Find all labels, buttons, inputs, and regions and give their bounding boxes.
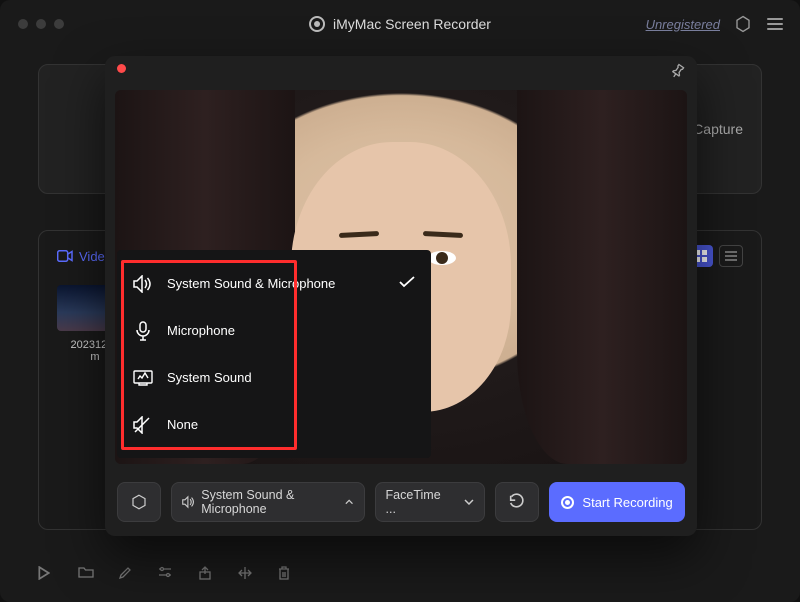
app-logo-icon	[309, 16, 325, 32]
library-tab-video[interactable]: Video	[57, 249, 112, 264]
window-controls[interactable]	[18, 19, 64, 29]
audio-source-label: System Sound & Microphone	[201, 488, 335, 516]
chevron-down-icon	[464, 499, 474, 505]
chevron-up-icon	[345, 499, 353, 505]
audio-source-dropdown[interactable]: System Sound & Microphone	[171, 482, 365, 522]
start-recording-label: Start Recording	[582, 495, 672, 510]
app-title-text: iMyMac Screen Recorder	[333, 16, 491, 32]
audio-option-system-and-mic[interactable]: System Sound & Microphone	[117, 260, 431, 307]
convert-icon[interactable]	[238, 566, 256, 584]
close-window-button[interactable]	[18, 19, 28, 29]
system-sound-icon	[133, 368, 153, 388]
start-recording-button[interactable]: Start Recording	[549, 482, 685, 522]
camera-source-label: FaceTime ...	[386, 488, 455, 516]
menu-icon[interactable]	[766, 15, 784, 33]
record-indicator-icon	[117, 64, 126, 73]
sliders-icon[interactable]	[158, 566, 176, 584]
audio-option-microphone[interactable]: Microphone	[117, 307, 431, 354]
audio-option-system-sound[interactable]: System Sound	[117, 354, 431, 401]
share-icon[interactable]	[198, 566, 216, 584]
speaker-mute-icon	[133, 415, 153, 435]
view-list-button[interactable]	[719, 245, 743, 267]
recorder-controls: System Sound & Microphone FaceTime ... S…	[105, 472, 697, 536]
pin-icon[interactable]	[667, 61, 688, 82]
gear-hex-icon	[130, 493, 148, 511]
unregistered-link[interactable]: Unregistered	[646, 17, 720, 32]
reset-button[interactable]	[495, 482, 539, 522]
list-icon	[725, 251, 737, 261]
audio-source-menu: System Sound & Microphone Microphone Sys…	[117, 250, 431, 458]
microphone-icon	[133, 321, 153, 341]
speaker-icon	[182, 495, 195, 509]
record-icon	[561, 496, 574, 509]
minimize-window-button[interactable]	[36, 19, 46, 29]
maximize-window-button[interactable]	[54, 19, 64, 29]
rotate-icon	[508, 493, 526, 511]
recorder-settings-button[interactable]	[117, 482, 161, 522]
app-title: iMyMac Screen Recorder	[309, 16, 491, 32]
edit-icon[interactable]	[118, 566, 136, 584]
video-icon	[57, 250, 73, 262]
speaker-loud-icon	[133, 274, 153, 294]
audio-option-label: Microphone	[167, 323, 235, 338]
bottom-toolbar	[38, 566, 296, 584]
play-icon[interactable]	[38, 566, 56, 584]
folder-icon[interactable]	[78, 566, 96, 584]
audio-option-none[interactable]: None	[117, 401, 431, 448]
delete-icon[interactable]	[278, 566, 296, 584]
audio-option-label: System Sound	[167, 370, 252, 385]
titlebar: iMyMac Screen Recorder Unregistered	[0, 0, 800, 48]
camera-source-dropdown[interactable]: FaceTime ...	[375, 482, 486, 522]
audio-option-label: None	[167, 417, 198, 432]
audio-option-label: System Sound & Microphone	[167, 276, 335, 291]
check-icon	[399, 276, 415, 292]
settings-icon[interactable]	[734, 15, 752, 33]
